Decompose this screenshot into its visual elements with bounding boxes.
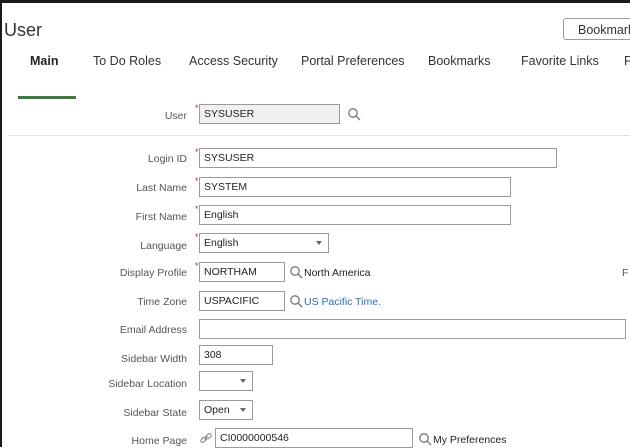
tab-bar: Main To Do Roles Access Security Portal …	[0, 46, 630, 99]
tab-favorite-links[interactable]: Favorite Links	[521, 54, 599, 68]
chevron-down-icon	[240, 408, 246, 412]
language-select[interactable]: English	[199, 233, 329, 253]
tab-access-security[interactable]: Access Security	[189, 54, 278, 68]
search-icon[interactable]	[289, 294, 303, 308]
section-divider	[8, 135, 630, 136]
email-address-label: Email Address	[119, 324, 187, 336]
sidebar-state-label: Sidebar State	[123, 407, 187, 419]
required-marker: *	[195, 103, 199, 113]
sidebar-width-input[interactable]: 308	[199, 345, 273, 365]
search-icon[interactable]	[289, 265, 303, 279]
truncated-label: F	[622, 267, 629, 279]
chevron-down-icon	[316, 241, 322, 245]
login-id-input[interactable]: SYSUSER	[199, 148, 557, 168]
display-profile-input[interactable]: NORTHAM	[199, 262, 285, 282]
first-name-label: First Name	[135, 211, 187, 223]
tab-bookmarks[interactable]: Bookmarks	[428, 54, 491, 68]
sidebar-state-select[interactable]: Open	[199, 400, 253, 420]
search-icon[interactable]	[418, 432, 432, 446]
page-title: User	[4, 20, 43, 40]
link-icon[interactable]	[199, 431, 213, 445]
home-page-input[interactable]: CI0000000546	[215, 428, 413, 448]
search-icon[interactable]	[347, 107, 361, 121]
email-address-input[interactable]	[199, 319, 626, 339]
user-input[interactable]: SYSUSER	[199, 104, 340, 124]
required-marker: *	[195, 176, 199, 186]
sidebar-location-label: Sidebar Location	[108, 378, 187, 390]
required-marker: *	[195, 204, 199, 214]
required-marker: *	[195, 261, 199, 271]
home-page-label: Home Page	[131, 435, 187, 447]
time-zone-label: Time Zone	[137, 296, 187, 308]
sidebar-width-label: Sidebar Width	[121, 353, 187, 365]
required-marker: *	[195, 147, 199, 157]
bookmark-button[interactable]: Bookmark	[563, 18, 630, 40]
tab-portal-preferences[interactable]: Portal Preferences	[301, 54, 405, 68]
sidebar-state-select-value: Open	[204, 404, 230, 416]
first-name-input[interactable]: English	[199, 205, 511, 225]
tab-overflow[interactable]: F	[624, 54, 630, 68]
window-top-border	[0, 0, 630, 3]
last-name-input[interactable]: SYSTEM	[199, 177, 511, 197]
display-profile-description: North America	[304, 267, 371, 279]
time-zone-input[interactable]: USPACIFIC	[199, 291, 285, 311]
tab-main[interactable]: Main	[30, 54, 58, 68]
sidebar-location-select[interactable]	[199, 371, 253, 391]
active-tab-indicator	[18, 96, 76, 99]
tab-to-do-roles[interactable]: To Do Roles	[93, 54, 161, 68]
home-page-description: My Preferences	[433, 434, 507, 446]
language-label: Language	[140, 240, 187, 252]
last-name-label: Last Name	[136, 182, 187, 194]
required-marker: *	[195, 232, 199, 242]
display-profile-label: Display Profile	[119, 267, 187, 279]
language-select-value: English	[204, 237, 239, 249]
login-id-label: Login ID	[147, 153, 187, 165]
time-zone-description-link[interactable]: US Pacific Time.	[304, 296, 381, 308]
chevron-down-icon	[240, 379, 246, 383]
user-label: User	[164, 110, 187, 122]
